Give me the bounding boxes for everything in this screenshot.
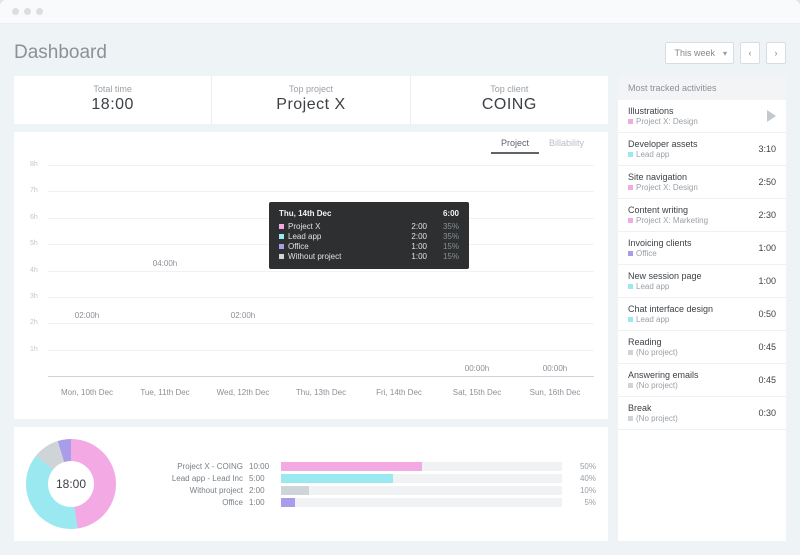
- activity-row[interactable]: Developer assetsLead app 3:10: [618, 133, 786, 166]
- activity-row[interactable]: IllustrationsProject X: Design: [618, 100, 786, 133]
- project-breakdown: 18:00 Project X - COING10:0050% Lead app …: [14, 427, 608, 541]
- activity-row[interactable]: Invoicing clientsOffice 1:00: [618, 232, 786, 265]
- activity-title: Reading: [628, 337, 678, 347]
- x-axis-label: Thu, 13th Dec: [282, 388, 360, 397]
- activity-time: 0:50: [758, 309, 776, 319]
- activity-title: Site navigation: [628, 172, 698, 182]
- activity-project: Lead app: [628, 150, 698, 159]
- stat-top-client: Top client COING: [411, 76, 608, 124]
- activity-row[interactable]: Chat interface designLead app 0:50: [618, 298, 786, 331]
- activity-row[interactable]: Break(No project) 0:30: [618, 397, 786, 430]
- activity-project: Office: [628, 249, 692, 258]
- period-select[interactable]: This week: [665, 42, 734, 64]
- summary-stats: Total time 18:00 Top project Project X T…: [14, 76, 608, 124]
- donut-chart: 18:00: [26, 439, 116, 529]
- traffic-dot: [12, 8, 19, 15]
- tooltip-row: Lead app2:0035%: [279, 232, 459, 241]
- activity-title: Developer assets: [628, 139, 698, 149]
- traffic-dot: [24, 8, 31, 15]
- window-titlebar: [0, 0, 800, 24]
- tooltip-row: Office1:0015%: [279, 242, 459, 251]
- activity-project: Project X: Design: [628, 117, 698, 126]
- activity-time: 3:10: [758, 144, 776, 154]
- x-axis-label: Wed, 12th Dec: [204, 388, 282, 397]
- activity-title: Illustrations: [628, 106, 698, 116]
- chart-tooltip: Thu, 14th Dec 6:00 Project X2:0035%Lead …: [269, 202, 469, 269]
- tooltip-date: Thu, 14th Dec: [279, 209, 331, 218]
- breakdown-row: Project X - COING10:0050%: [128, 462, 596, 471]
- activity-row[interactable]: New session pageLead app 1:00: [618, 265, 786, 298]
- activity-project: Lead app: [628, 282, 702, 291]
- traffic-dot: [36, 8, 43, 15]
- activity-project: (No project): [628, 414, 678, 423]
- x-axis-label: Mon, 10th Dec: [48, 388, 126, 397]
- activity-title: New session page: [628, 271, 702, 281]
- x-axis-label: Tue, 11th Dec: [126, 388, 204, 397]
- activity-time: 0:30: [758, 408, 776, 418]
- page-title: Dashboard: [14, 42, 107, 64]
- app-window: Dashboard This week ‹ › Total time 18:00…: [0, 0, 800, 555]
- date-controls: This week ‹ ›: [665, 42, 786, 64]
- bar-column[interactable]: 04:00h: [126, 166, 204, 377]
- activity-time: 1:00: [758, 276, 776, 286]
- activity-time: 2:30: [758, 210, 776, 220]
- activity-time: 1:00: [758, 243, 776, 253]
- activity-row[interactable]: Site navigationProject X: Design 2:50: [618, 166, 786, 199]
- bar-column[interactable]: 02:00h: [204, 166, 282, 377]
- tab-project[interactable]: Project: [491, 132, 539, 154]
- prev-period-button[interactable]: ‹: [740, 42, 760, 64]
- activity-project: (No project): [628, 348, 678, 357]
- page-header: Dashboard This week ‹ ›: [14, 36, 786, 70]
- play-icon[interactable]: [767, 110, 776, 122]
- tooltip-row: Project X2:0035%: [279, 222, 459, 231]
- activity-title: Invoicing clients: [628, 238, 692, 248]
- activity-time: 0:45: [758, 375, 776, 385]
- bar-column[interactable]: 02:00h: [48, 166, 126, 377]
- activity-time: 0:45: [758, 342, 776, 352]
- bar-column[interactable]: 00:00h: [438, 166, 516, 377]
- stat-total-time: Total time 18:00: [14, 76, 212, 124]
- tooltip-total: 6:00: [443, 209, 459, 218]
- chart-tabs: Project Billability: [491, 132, 594, 154]
- activity-row[interactable]: Answering emails(No project) 0:45: [618, 364, 786, 397]
- activity-row[interactable]: Reading(No project) 0:45: [618, 331, 786, 364]
- bar-column[interactable]: 00:00h: [516, 166, 594, 377]
- next-period-button[interactable]: ›: [766, 42, 786, 64]
- breakdown-row: Lead app - Lead Inc5:0040%: [128, 474, 596, 483]
- tab-billability[interactable]: Billability: [539, 132, 594, 154]
- week-chart: Project Billability 1h2h3h4h5h6h7h8h02:0…: [14, 132, 608, 419]
- activity-time: 2:50: [758, 177, 776, 187]
- activity-project: Lead app: [628, 315, 713, 324]
- x-axis-label: Sat, 15th Dec: [438, 388, 516, 397]
- activities-panel: Most tracked activities IllustrationsPro…: [618, 76, 786, 541]
- activity-project: Project X: Marketing: [628, 216, 708, 225]
- stat-top-project: Top project Project X: [212, 76, 410, 124]
- breakdown-row: Office1:005%: [128, 498, 596, 507]
- activity-title: Break: [628, 403, 678, 413]
- breakdown-row: Without project2:0010%: [128, 486, 596, 495]
- activity-title: Chat interface design: [628, 304, 713, 314]
- x-axis-label: Sun, 16th Dec: [516, 388, 594, 397]
- bar-column[interactable]: 06:00h: [282, 166, 360, 377]
- tooltip-row: Without project1:0015%: [279, 252, 459, 261]
- activities-heading: Most tracked activities: [618, 76, 786, 100]
- activity-row[interactable]: Content writingProject X: Marketing 2:30: [618, 199, 786, 232]
- activity-project: (No project): [628, 381, 699, 390]
- x-axis-label: Fri, 14th Dec: [360, 388, 438, 397]
- donut-center: 18:00: [56, 477, 86, 491]
- activity-title: Answering emails: [628, 370, 699, 380]
- bar-column[interactable]: 04:00h: [360, 166, 438, 377]
- activity-title: Content writing: [628, 205, 708, 215]
- activity-project: Project X: Design: [628, 183, 698, 192]
